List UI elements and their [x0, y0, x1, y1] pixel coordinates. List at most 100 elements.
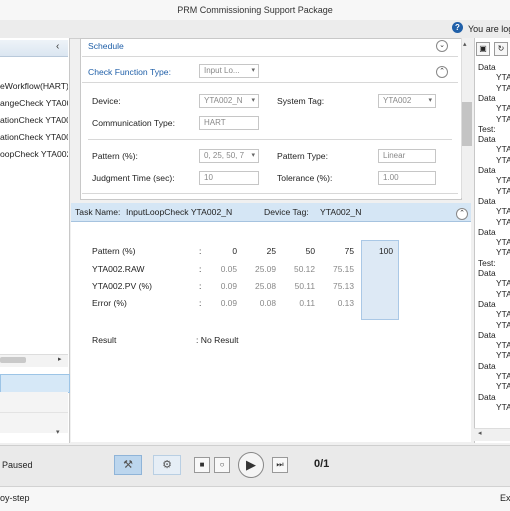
window-title: PRM Commissioning Support Package — [0, 0, 510, 21]
tree-item[interactable]: ationCheck YTA00 — [0, 114, 68, 127]
chevron-down-icon[interactable]: ▾ — [56, 428, 60, 436]
error-value-cell: 0.08 — [259, 298, 276, 308]
collapse-check-icon[interactable]: ⌃ — [436, 66, 448, 78]
error-value-cell: 0.09 — [220, 298, 237, 308]
pattern-select[interactable]: 0, 25, 50, 7 ▾ — [199, 149, 259, 163]
log-line: YTA — [496, 103, 510, 114]
status-bar — [0, 486, 510, 511]
log-line: Data — [478, 391, 496, 402]
schedule-scroll-thumb[interactable] — [462, 102, 472, 146]
log-line: Data — [478, 165, 496, 175]
check-function-label: Check Function Type: — [88, 67, 171, 77]
scroll-right-icon[interactable]: ▸ — [58, 355, 62, 363]
colon: : — [199, 246, 202, 256]
raw-value-cell: 0.05 — [220, 264, 237, 274]
tolerance-field[interactable]: 1.00 — [378, 171, 436, 185]
pattern-value: 0, 25, 50, 7 — [204, 151, 245, 160]
system-tag-label: System Tag: — [277, 96, 325, 106]
divider — [88, 139, 452, 140]
pattern-value-cell: 75 — [344, 246, 354, 256]
chevron-down-icon: ▾ — [251, 97, 255, 104]
device-label: Device: — [92, 96, 121, 106]
pattern-value-cell: 0 — [232, 246, 237, 256]
collapse-schedule-icon[interactable]: ⌄ — [436, 40, 448, 52]
log-line: YTA — [496, 247, 510, 258]
help-icon[interactable]: ? — [452, 22, 463, 33]
pattern-value-cell: 50 — [305, 246, 315, 256]
skip-to-end-button[interactable]: ⏭ — [272, 457, 288, 473]
log-line: YTA — [496, 185, 510, 196]
pv-value-cell: 75.13 — [333, 281, 354, 291]
log-line: Test: — [478, 123, 496, 134]
play-button[interactable]: ▶ — [238, 452, 264, 478]
check-function-select[interactable]: Input Lo... ▾ — [199, 64, 259, 78]
schedule-title[interactable]: Schedule — [88, 41, 124, 51]
log-line: YTA — [496, 340, 510, 351]
judgment-time-field[interactable]: 10 — [199, 171, 259, 185]
step-mode-button[interactable]: ⚒ — [114, 455, 142, 475]
login-bar — [0, 20, 510, 39]
log-line: Data — [478, 92, 496, 103]
run-status: Paused — [2, 460, 33, 470]
step-counter: 0/1 — [314, 458, 330, 470]
collapse-left-icon[interactable]: ‹ — [56, 41, 59, 52]
refresh-icon[interactable]: ↻ — [494, 42, 508, 56]
tree-item[interactable]: oopCheck YTA002_ — [0, 148, 68, 161]
judgment-time-label: Judgment Time (sec): — [92, 173, 175, 183]
save-icon[interactable]: ▣ — [476, 42, 490, 56]
status-left-text: oy-step — [0, 493, 30, 503]
log-line: YTA — [496, 82, 510, 93]
log-line: Data — [478, 360, 496, 371]
system-tag-select[interactable]: YTA002 ▾ — [378, 94, 436, 108]
log-line: Data — [478, 329, 496, 340]
log-line: Data — [478, 62, 496, 72]
pattern-type-label: Pattern Type: — [277, 151, 328, 161]
pv-row-label: YTA002.PV (%) — [92, 281, 153, 291]
pv-value-cell: 25.08 — [255, 281, 276, 291]
divider — [82, 82, 458, 83]
login-status: You are log — [468, 24, 510, 34]
comm-type-field[interactable]: HART — [199, 116, 259, 130]
scroll-left-icon[interactable]: ◂ — [478, 429, 482, 437]
auto-mode-button[interactable]: ⚙ — [153, 455, 181, 475]
comm-type-label: Communication Type: — [92, 118, 175, 128]
list-item[interactable] — [0, 392, 68, 413]
log-line: YTA — [496, 72, 510, 83]
tree-item[interactable]: ationCheck YTA002 — [0, 131, 68, 144]
error-value-cell: 0.13 — [337, 298, 354, 308]
log-line: YTA — [496, 113, 510, 124]
check-function-value: Input Lo... — [204, 66, 240, 75]
device-value: YTA002_N — [204, 96, 243, 105]
chevron-down-icon: ▾ — [251, 152, 255, 159]
divider — [82, 193, 458, 194]
tree-item[interactable]: eWorkflow(HART) — [0, 80, 68, 93]
error-row-label: Error (%) — [92, 298, 127, 308]
log-line: Data — [478, 134, 496, 145]
tree-scroll-thumb[interactable] — [0, 357, 26, 363]
raw-value-cell: 50.12 — [294, 264, 315, 274]
device-select[interactable]: YTA002_N ▾ — [199, 94, 259, 108]
tree-item[interactable]: angeCheck YTA002 — [0, 97, 68, 110]
system-tag-value: YTA002 — [383, 96, 412, 105]
reset-button[interactable]: ○ — [214, 457, 230, 473]
task-name-value: InputLoopCheck YTA002_N — [126, 207, 233, 217]
colon: : — [199, 281, 202, 291]
device-tag-label: Device Tag: — [264, 207, 309, 217]
log-line: YTA — [496, 309, 510, 320]
exit-button[interactable]: Ex — [500, 493, 510, 503]
log-line: YTA — [496, 319, 510, 330]
result-value: : No Result — [196, 335, 239, 345]
pv-value-cell: 0.09 — [220, 281, 237, 291]
stop-button[interactable]: ■ — [194, 457, 210, 473]
log-line: YTA — [496, 237, 510, 248]
log-line: Test: — [478, 257, 496, 268]
scroll-up-icon[interactable]: ▴ — [463, 40, 467, 48]
collapse-task-icon[interactable]: ⌃ — [456, 208, 468, 220]
log-line: YTA — [496, 154, 510, 165]
task-name-label: Task Name: — [75, 207, 121, 217]
log-line: YTA — [496, 401, 510, 412]
log-line: Data — [478, 195, 496, 206]
selected-list-item[interactable] — [0, 374, 70, 393]
pattern-type-field[interactable]: Linear — [378, 149, 436, 163]
error-value-cell: 0.11 — [299, 298, 315, 308]
